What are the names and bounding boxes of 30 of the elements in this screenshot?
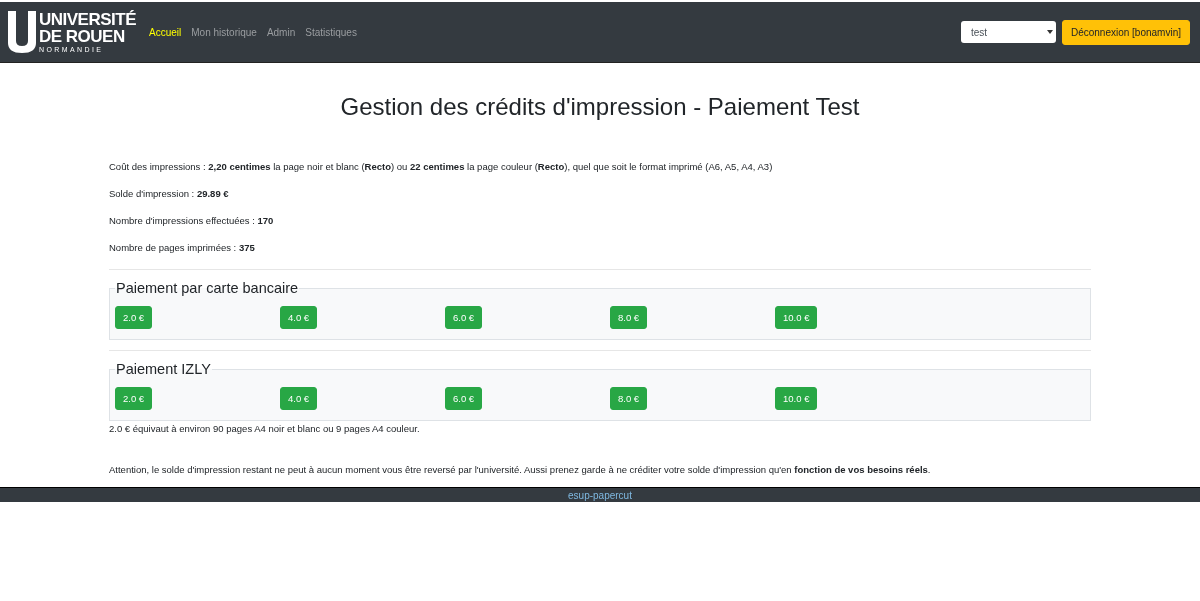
user-select[interactable]: test [960,21,1056,43]
info-text: Nombre d'impressions effectuées : 170 [109,215,275,226]
amount-button[interactable]: 8.0 € [610,387,648,410]
amount-button[interactable]: 6.0 € [445,387,483,410]
info-text: Nombre de pages imprimées : 375 [109,242,256,253]
page-title: Gestion des crédits d'impression - Paiement Test [339,93,861,121]
logo-text: DE ROUEN [39,28,126,45]
logo-text: UNIVERSITÉ [39,11,137,28]
nav-link[interactable]: Accueil [149,26,182,38]
amount-button[interactable]: 10.0 € [775,306,818,329]
info-text: Coût des impressions : 2,20 centimes la page noir et blanc (Recto) ou 22 centimes la page couleur (Recto), quel que soit le format imprimé (A6, A5, A4, A3) [109,161,774,172]
amount-button[interactable]: 8.0 € [610,306,648,329]
note-text: 2.0 € équivaut à environ 90 pages A4 noir et blanc ou 9 pages A4 couleur. [109,423,421,434]
footer-link[interactable]: esup-papercut [568,489,632,501]
caret-icon [1046,30,1053,34]
panel-legend: Paiement IZLY [115,361,212,377]
amount-button[interactable]: 4.0 € [280,306,318,329]
amount-button[interactable]: 2.0 € [115,387,153,410]
info-text: Solde d'impression : 29.89 € [109,188,230,199]
nav-link[interactable]: Statistiques [305,26,357,38]
logout-button[interactable]: Déconnexion [bonamvin] [1061,19,1190,45]
amount-button[interactable]: 4.0 € [280,387,318,410]
nav-link[interactable]: Admin [266,26,296,38]
amount-button[interactable]: 2.0 € [115,306,153,329]
warning-text: Attention, le solde d'impression restant ne peut à aucun moment vous être reversé par l'université. Aussi prenez garde à ne créditer votre solde d'impression qu'en fonction de vos besoins réels. [109,464,932,475]
panel-legend: Paiement par carte bancaire [115,280,300,296]
nav-link[interactable]: Mon historique [191,26,257,38]
amount-button[interactable]: 6.0 € [445,306,483,329]
amount-button[interactable]: 10.0 € [775,387,818,410]
logo-icon [8,11,36,53]
